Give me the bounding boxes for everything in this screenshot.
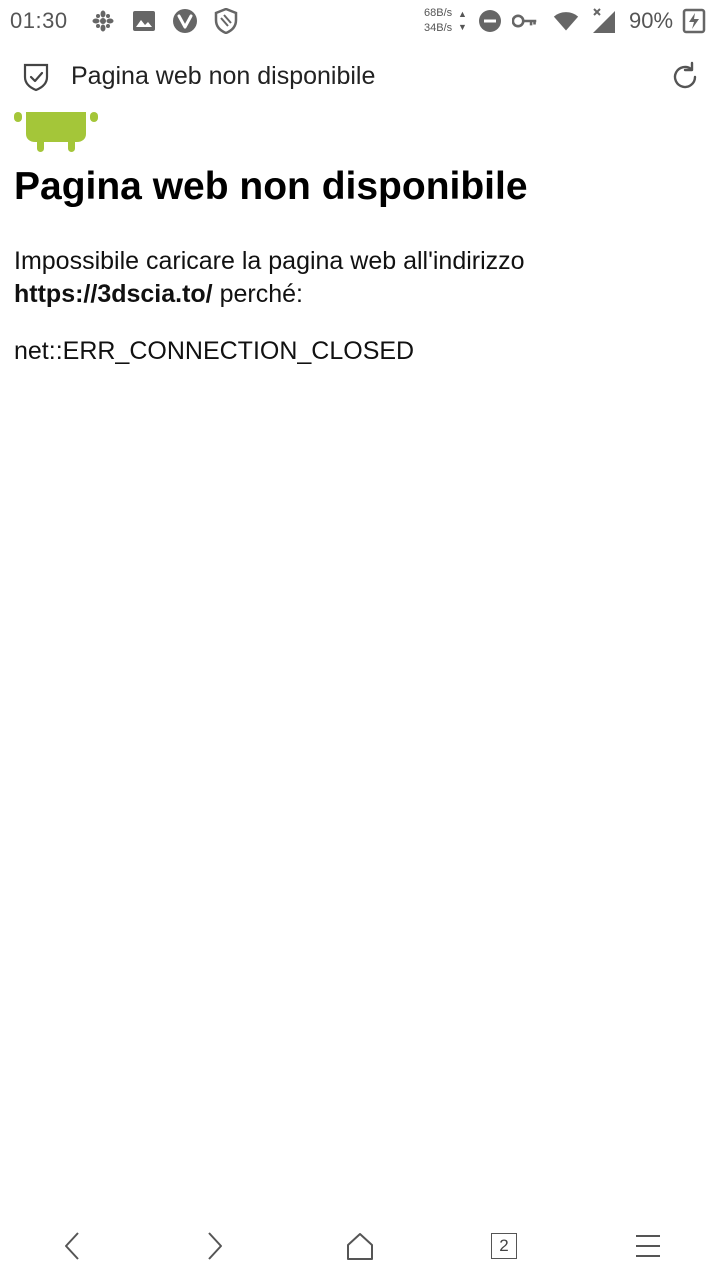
net-up: 34B/s: [424, 22, 453, 34]
net-down: 68B/s: [424, 7, 453, 19]
status-time: 01:30: [10, 8, 68, 33]
battery-percent: 90%: [629, 8, 674, 33]
home-button[interactable]: [340, 1226, 380, 1266]
back-button[interactable]: [52, 1226, 92, 1266]
browser-toolbar: Pagina web non disponibile: [0, 42, 720, 112]
status-bar: 01:30 68B/s 34B/s ▲ ▼ 90%: [0, 0, 720, 42]
battery-charging-icon: [681, 8, 707, 34]
error-heading: Pagina web non disponibile: [14, 165, 528, 208]
reload-icon: [673, 61, 697, 89]
tabs-icon: 2: [491, 1233, 517, 1259]
signal-icon: [591, 8, 617, 34]
wifi-icon: [553, 8, 579, 34]
shield-icon: [213, 8, 239, 34]
vpn-key-icon: [512, 8, 538, 34]
menu-button[interactable]: [628, 1226, 668, 1266]
android-logo-icon: [14, 112, 98, 156]
image-icon: [131, 8, 157, 34]
settings-flower-icon: [90, 8, 116, 34]
menu-icon: [636, 1235, 660, 1257]
error-message: Impossibile caricare la pagina web all'i…: [14, 245, 704, 311]
security-shield-icon[interactable]: [22, 62, 50, 92]
network-speed: 68B/s 34B/s: [424, 6, 452, 36]
failed-url: https://3dscia.to/: [14, 280, 213, 308]
reload-button[interactable]: [668, 60, 702, 94]
message-after: perché:: [212, 280, 303, 308]
home-icon: [347, 1233, 373, 1260]
vivaldi-icon: [172, 8, 198, 34]
forward-button[interactable]: [195, 1226, 235, 1266]
back-icon: [65, 1232, 79, 1260]
bottom-nav-bar: 2: [0, 1210, 720, 1280]
page-title-bar[interactable]: Pagina web non disponibile: [71, 62, 375, 91]
dnd-icon: [477, 8, 503, 34]
tab-count: 2: [499, 1236, 509, 1255]
forward-icon: [208, 1232, 222, 1260]
net-arrows-icon: ▲ ▼: [458, 9, 467, 32]
error-code: net::ERR_CONNECTION_CLOSED: [14, 337, 415, 365]
message-before: Impossibile caricare la pagina web all'i…: [14, 247, 525, 275]
tabs-button[interactable]: 2: [484, 1226, 524, 1266]
